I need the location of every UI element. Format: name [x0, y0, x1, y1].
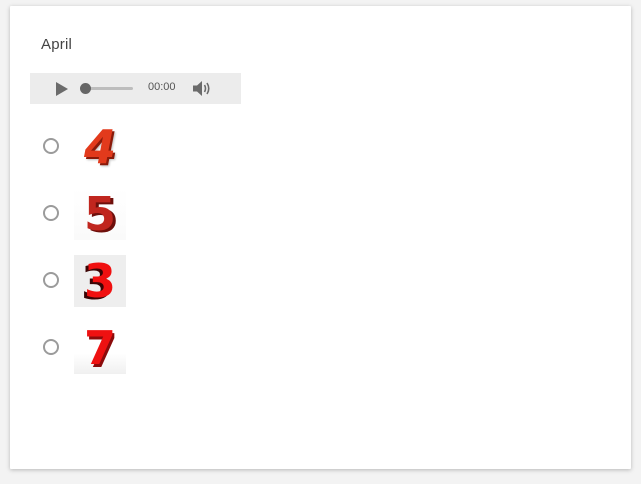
number-image: 3: [74, 255, 126, 307]
answer-option-2[interactable]: 5: [43, 188, 243, 242]
volume-icon[interactable]: [192, 80, 212, 102]
radio-button[interactable]: [43, 205, 59, 221]
radio-button[interactable]: [43, 339, 59, 355]
audio-progress-knob[interactable]: [80, 83, 91, 94]
question-card: April 00:00 4 5 3 7: [10, 6, 631, 469]
audio-time: 00:00: [148, 81, 176, 93]
number-image: 7: [74, 322, 126, 374]
audio-player: 00:00: [30, 73, 241, 104]
audio-progress-slider[interactable]: [80, 83, 133, 94]
number-image: 4: [83, 120, 116, 174]
answer-option-1[interactable]: 4: [43, 121, 243, 175]
answer-option-4[interactable]: 7: [43, 322, 243, 376]
play-icon[interactable]: [56, 82, 68, 96]
number-image: 5: [74, 188, 126, 240]
question-title: April: [41, 36, 73, 53]
answer-option-3[interactable]: 3: [43, 255, 243, 309]
radio-button[interactable]: [43, 138, 59, 154]
radio-button[interactable]: [43, 272, 59, 288]
